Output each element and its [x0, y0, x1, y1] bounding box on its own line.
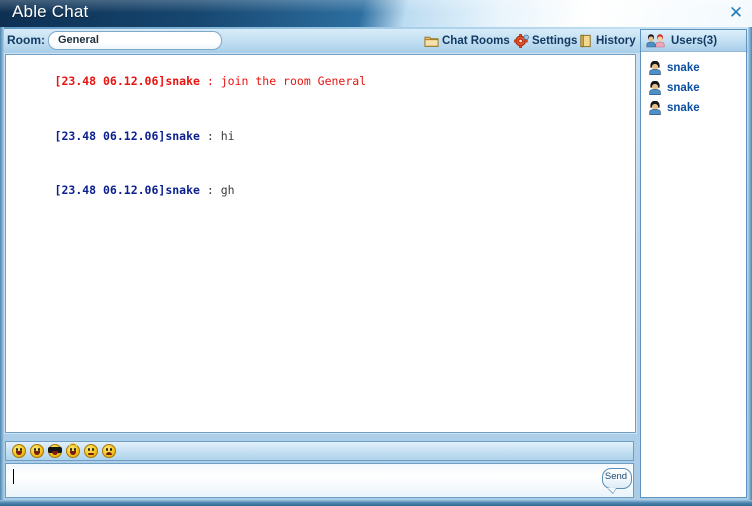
- user-avatar-icon: [649, 61, 661, 75]
- folder-icon: [424, 36, 439, 47]
- message-timestamp: [23.48 06.12.06]: [54, 183, 166, 198]
- message-text: hi: [220, 128, 235, 143]
- smiley-sad-icon[interactable]: [102, 444, 116, 458]
- history-label: History: [596, 35, 636, 47]
- message-timestamp: [23.48 06.12.06]: [54, 74, 166, 89]
- message-nick: snake: [165, 74, 200, 89]
- message-text: gh: [220, 183, 235, 198]
- room-label: Room:: [7, 33, 45, 47]
- user-list-item[interactable]: snake: [641, 98, 746, 118]
- user-list-item[interactable]: snake: [641, 58, 746, 78]
- send-label: Send: [604, 471, 628, 482]
- text-caret: [13, 469, 14, 484]
- gear-icon: [514, 34, 529, 48]
- message-nick: snake: [165, 128, 200, 143]
- message-input[interactable]: [8, 466, 604, 495]
- two-people-icon: [646, 33, 665, 47]
- smiley-grin-icon[interactable]: [12, 444, 26, 458]
- window-border-bottom: [0, 500, 752, 506]
- window-border-right: [748, 27, 752, 506]
- smiley-angel-icon[interactable]: [66, 443, 80, 458]
- room-select[interactable]: General: [48, 31, 222, 50]
- settings-label: Settings: [532, 35, 578, 47]
- emoticon-toolbar: [5, 441, 634, 461]
- message-separator: :: [199, 74, 221, 89]
- chat-message-row: [23.48 06.12.06]snake : join the room Ge…: [6, 55, 635, 109]
- user-name: snake: [667, 82, 700, 94]
- title-bar: Able Chat ✕: [0, 0, 752, 27]
- message-nick: snake: [165, 183, 200, 198]
- user-avatar-icon: [649, 101, 661, 115]
- book-icon: [580, 34, 591, 48]
- users-panel-header: Users(3): [641, 30, 746, 52]
- room-select-value: General: [58, 34, 99, 46]
- send-button[interactable]: Send: [602, 468, 632, 493]
- user-name: snake: [667, 62, 700, 74]
- message-separator: :: [199, 183, 221, 198]
- users-panel: Users(3) snake snake snake: [640, 29, 747, 498]
- user-name: snake: [667, 102, 700, 114]
- users-list: snake snake snake: [641, 53, 746, 497]
- window-border-left: [0, 27, 4, 506]
- close-icon[interactable]: ✕: [725, 3, 747, 24]
- chat-message-row: [23.48 06.12.06]snake : hi: [6, 109, 635, 163]
- chat-message-row: [23.48 06.12.06]snake : gh: [6, 164, 635, 218]
- message-timestamp: [23.48 06.12.06]: [54, 128, 166, 143]
- history-button[interactable]: History: [578, 32, 636, 50]
- chat-message-area[interactable]: [23.48 06.12.06]snake : join the room Ge…: [5, 54, 636, 433]
- message-text: join the room General: [220, 74, 367, 89]
- users-count-label: Users(3): [671, 34, 718, 47]
- message-separator: :: [199, 128, 221, 143]
- user-list-item[interactable]: snake: [641, 78, 746, 98]
- window-title: Able Chat: [12, 2, 89, 21]
- able-chat-window: Able Chat ✕ Room: General Chat Rooms Set…: [0, 0, 752, 506]
- user-avatar-icon: [649, 81, 661, 95]
- smiley-surprised-icon[interactable]: [84, 444, 98, 458]
- chat-rooms-label: Chat Rooms: [442, 35, 510, 47]
- smiley-sunglasses-icon[interactable]: [48, 444, 62, 458]
- chat-rooms-button[interactable]: Chat Rooms: [424, 32, 510, 50]
- message-input-bar: Send: [5, 463, 634, 498]
- settings-button[interactable]: Settings: [514, 32, 577, 50]
- smiley-laugh-icon[interactable]: [30, 444, 44, 458]
